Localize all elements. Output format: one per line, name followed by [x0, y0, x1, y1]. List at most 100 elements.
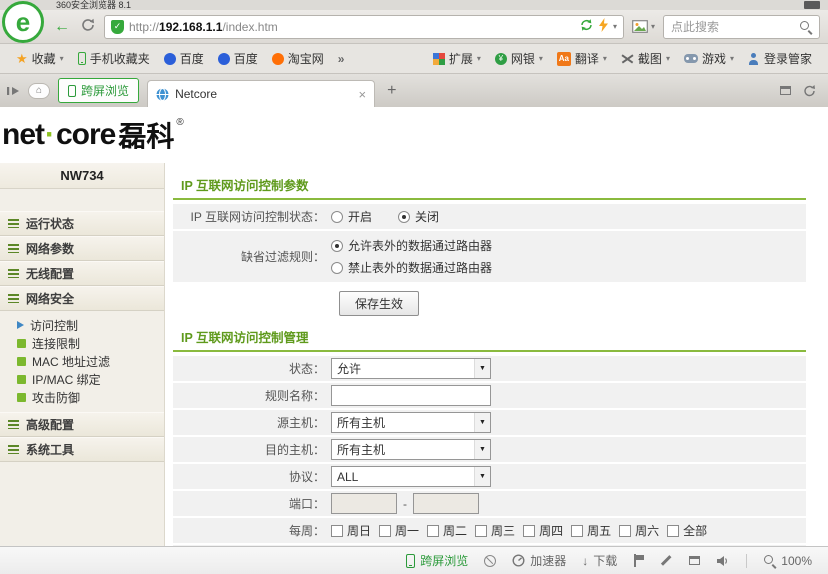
translate-button[interactable]: Aa翻译▾: [551, 47, 613, 70]
sidebar-item-system-tools[interactable]: 系统工具: [0, 437, 164, 462]
port-from-input[interactable]: [331, 493, 397, 514]
ad-block-button[interactable]: [484, 555, 496, 567]
taobao-icon: [272, 53, 284, 65]
refresh-button[interactable]: [78, 18, 98, 36]
login-manager-button[interactable]: 登录管家: [742, 47, 818, 70]
address-bar[interactable]: ✓ http://192.168.1.1/index.htm ▾: [104, 15, 624, 39]
sidebar-item-advanced-config[interactable]: 高级配置: [0, 412, 164, 437]
mute-button[interactable]: [716, 555, 730, 567]
checkbox-icon[interactable]: [427, 525, 439, 537]
site-safety-icon[interactable]: ✓: [111, 20, 124, 34]
bookmark-mobile-favorites[interactable]: 手机收藏夹: [72, 47, 156, 70]
feedback-button[interactable]: [660, 554, 673, 567]
screenshot-button[interactable]: 截图▾: [615, 47, 676, 70]
toolbar-item-label: 网银: [511, 50, 535, 67]
window-layout-icon[interactable]: [780, 86, 791, 95]
weekday-thursday[interactable]: 周四: [523, 522, 563, 539]
dest-host-select[interactable]: 所有主机▼: [331, 439, 491, 460]
weekday-sunday[interactable]: 周日: [331, 522, 371, 539]
tab-close-icon[interactable]: ×: [358, 88, 366, 101]
status-select[interactable]: 允许▼: [331, 358, 491, 379]
bookmarks-overflow-button[interactable]: »: [332, 49, 351, 69]
accelerator-button[interactable]: 加速器: [512, 552, 566, 569]
weekday-label: 周四: [539, 522, 563, 539]
sidebar-subitem-label: IP/MAC 绑定: [32, 371, 101, 388]
compat-mode-icon[interactable]: [579, 18, 594, 35]
phone-icon: [78, 52, 86, 65]
chevron-down-icon: ▾: [60, 55, 64, 63]
snapshot-dropdown-icon: ▾: [651, 23, 655, 31]
bookmark-baidu-1[interactable]: 百度: [158, 47, 210, 70]
bullet-icon: [17, 357, 26, 366]
zoom-control[interactable]: 100%: [763, 554, 812, 568]
protocol-select[interactable]: ALL▼: [331, 466, 491, 487]
forbidden-icon: [484, 555, 496, 567]
weekday-all[interactable]: 全部: [667, 522, 707, 539]
radio-icon-selected[interactable]: [398, 211, 410, 223]
radio-option-deny[interactable]: 禁止表外的数据通过路由器: [331, 259, 492, 276]
checkbox-icon[interactable]: [619, 525, 631, 537]
browser-logo[interactable]: e: [2, 1, 44, 43]
radio-option-allow[interactable]: 允许表外的数据通过路由器: [331, 237, 492, 254]
radio-icon[interactable]: [331, 211, 343, 223]
toolbar-item-label: 游戏: [702, 50, 726, 67]
radio-icon[interactable]: [331, 262, 343, 274]
sidebar-item-network-params[interactable]: 网络参数: [0, 236, 164, 261]
checkbox-icon[interactable]: [475, 525, 487, 537]
back-button[interactable]: ←: [52, 19, 72, 35]
sidebar-item-attack-defense[interactable]: 攻击防御: [0, 388, 164, 406]
favorites-menu[interactable]: ★收藏▾: [10, 47, 70, 70]
sidebar-item-access-control[interactable]: 访问控制: [0, 316, 164, 334]
weekday-saturday[interactable]: 周六: [619, 522, 659, 539]
chevron-down-icon: ▾: [603, 55, 607, 63]
play-pause-icon: [6, 85, 20, 97]
sidebar-item-connection-limit[interactable]: 连接限制: [0, 334, 164, 352]
sidebar-subitem-label: MAC 地址过滤: [32, 353, 110, 370]
mode-dropdown-icon[interactable]: ▾: [613, 23, 617, 31]
checkbox-icon[interactable]: [667, 525, 679, 537]
cross-screen-status-button[interactable]: 跨屏浏览: [406, 552, 468, 569]
sidebar-item-network-security[interactable]: 网络安全: [0, 286, 164, 311]
download-button[interactable]: ↓下载: [582, 552, 617, 569]
checkbox-icon[interactable]: [379, 525, 391, 537]
source-host-select[interactable]: 所有主机▼: [331, 412, 491, 433]
select-value: 所有主机: [337, 414, 385, 431]
radio-option-on[interactable]: 开启: [331, 208, 372, 225]
snapshot-button[interactable]: ▾: [630, 20, 657, 33]
search-icon[interactable]: [799, 20, 812, 33]
save-button[interactable]: 保存生效: [339, 291, 419, 316]
report-button[interactable]: [633, 554, 644, 567]
sidebar-item-label: 系统工具: [26, 441, 74, 458]
restore-session-icon[interactable]: [803, 84, 816, 97]
weekday-wednesday[interactable]: 周三: [475, 522, 515, 539]
cross-screen-button[interactable]: 跨屏浏览: [58, 78, 139, 103]
weekday-monday[interactable]: 周一: [379, 522, 419, 539]
home-button[interactable]: ⌂: [28, 83, 50, 99]
checkbox-icon[interactable]: [331, 525, 343, 537]
weekday-friday[interactable]: 周五: [571, 522, 611, 539]
weekday-tuesday[interactable]: 周二: [427, 522, 467, 539]
bookmark-taobao[interactable]: 淘宝网: [266, 47, 330, 70]
extensions-button[interactable]: 扩展▾: [427, 47, 487, 70]
netbank-button[interactable]: ¥网银▾: [489, 47, 549, 70]
boss-key-icon[interactable]: [6, 85, 20, 97]
new-tab-button[interactable]: +: [383, 83, 400, 99]
port-to-input[interactable]: [413, 493, 479, 514]
checkbox-icon[interactable]: [571, 525, 583, 537]
speed-mode-icon[interactable]: [599, 18, 608, 35]
games-button[interactable]: 游戏▾: [678, 47, 740, 70]
sidebar-item-mac-filter[interactable]: MAC 地址过滤: [0, 352, 164, 370]
star-icon: ★: [16, 52, 28, 65]
radio-icon-selected[interactable]: [331, 240, 343, 252]
search-box[interactable]: 点此搜索: [663, 15, 820, 39]
tab-netcore[interactable]: Netcore ×: [147, 80, 375, 107]
sidebar-item-wireless-config[interactable]: 无线配置: [0, 261, 164, 286]
sidebar-item-ip-mac-binding[interactable]: IP/MAC 绑定: [0, 370, 164, 388]
window-mode-button[interactable]: [689, 556, 700, 565]
main-menu-icon[interactable]: [804, 1, 820, 9]
radio-option-off[interactable]: 关闭: [398, 208, 439, 225]
sidebar-item-running-status[interactable]: 运行状态: [0, 211, 164, 236]
rule-name-input[interactable]: [331, 385, 491, 406]
bookmark-baidu-2[interactable]: 百度: [212, 47, 264, 70]
checkbox-icon[interactable]: [523, 525, 535, 537]
